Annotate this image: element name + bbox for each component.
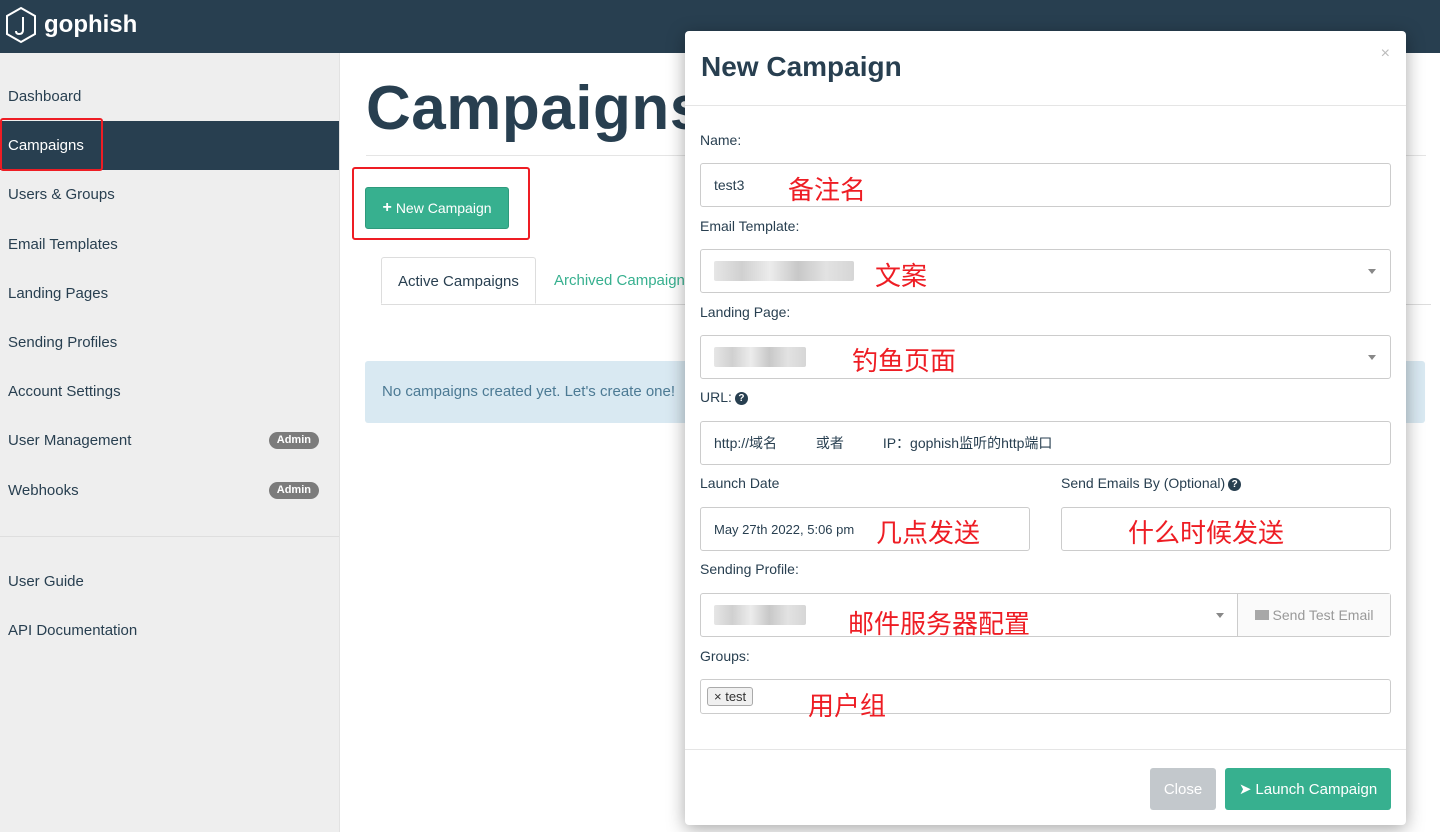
brand-logo[interactable]: gophish [4,6,137,44]
landing-page-select[interactable] [700,335,1391,379]
send-by-annotation: 什么时候发送 [1128,519,1285,549]
send-emails-by-label: Send Emails By (Optional)? [1061,475,1242,491]
url-input[interactable]: http://域名 或者 IP：gophish监听的http端口 [700,421,1391,465]
sending-profile-label: Sending Profile: [700,561,799,577]
groups-label: Groups: [700,648,750,664]
email-template-label: Email Template: [700,218,800,234]
new-campaign-highlight-box [352,167,530,240]
url-label: URL:? [700,389,748,405]
chevron-down-icon [1368,269,1376,274]
sidebar-item-label: Dashboard [8,88,82,105]
group-tag-label: test [725,689,747,704]
close-icon[interactable]: × [1381,45,1390,63]
redacted-value [714,605,806,625]
modal-header: New Campaign × [685,31,1406,106]
sidebar-item-label: Email Templates [8,236,118,253]
sidebar-item-label: Users & Groups [8,186,115,203]
groups-input[interactable]: × test [700,679,1391,714]
modal-footer: Close ➤ Launch Campaign [685,749,1406,826]
sidebar-item-label: Account Settings [8,383,121,400]
name-annotation: 备注名 [788,176,867,206]
campaigns-highlight-box [0,118,103,171]
landing-page-annotation: 钓鱼页面 [852,347,957,377]
sidebar-item-users-groups[interactable]: Users & Groups [0,170,339,219]
name-label: Name: [700,132,742,148]
remove-tag-icon[interactable]: × [714,689,725,704]
send-test-email-label: Send Test Email [1272,607,1374,623]
modal-title: New Campaign [701,51,902,82]
gophish-hook-icon [6,6,36,44]
sidebar-divider [0,536,339,537]
sidebar-item-dashboard[interactable]: Dashboard [0,72,339,121]
name-value: test3 [714,177,745,193]
launch-date-label: Launch Date [700,475,780,491]
tab-active-campaigns[interactable]: Active Campaigns [381,257,536,304]
admin-badge: Admin [268,432,319,449]
sidebar-item-label: Sending Profiles [8,334,118,351]
chevron-down-icon [1216,613,1224,618]
launch-campaign-label: Launch Campaign [1255,780,1378,798]
send-by-label-text: Send Emails By (Optional) [1061,475,1226,491]
sidebar-item-api-documentation[interactable]: API Documentation [0,606,339,655]
page-title: Campaigns [366,74,705,143]
url-label-text: URL: [700,389,732,405]
launch-date-value: May 27th 2022, 5:06 pm [714,521,855,537]
sidebar-item-label: User Guide [8,573,84,590]
sidebar-item-email-templates[interactable]: Email Templates [0,220,339,269]
rocket-icon: ➤ [1238,781,1252,798]
admin-badge: Admin [268,482,319,499]
sidebar-item-user-guide[interactable]: User Guide [0,557,339,606]
sidebar-item-webhooks[interactable]: Webhooks Admin [0,466,339,515]
brand-name: gophish [44,11,138,38]
sidebar-item-user-management[interactable]: User Management Admin [0,416,339,465]
sidebar-item-label: User Management [8,432,132,449]
email-template-select[interactable] [700,249,1391,293]
sidebar-item-label: API Documentation [8,622,138,639]
email-template-annotation: 文案 [875,262,928,292]
chevron-down-icon [1368,355,1376,360]
redacted-value [714,347,806,367]
sending-profile-select[interactable]: Send Test Email [700,593,1391,637]
tab-archived-campaigns[interactable]: Archived Campaigns [538,257,708,304]
group-tag[interactable]: × test [707,687,754,706]
send-test-email-button[interactable]: Send Test Email [1237,594,1390,636]
sidebar-item-account-settings[interactable]: Account Settings [0,367,339,416]
sidebar-item-landing-pages[interactable]: Landing Pages [0,269,339,318]
launch-date-input[interactable]: May 27th 2022, 5:06 pm [700,507,1030,551]
sending-profile-annotation: 邮件服务器配置 [848,610,1031,640]
new-campaign-modal: New Campaign × Name: test3 备注名 Email Tem… [685,31,1406,825]
groups-annotation: 用户组 [808,692,887,722]
redacted-value [714,261,854,281]
sidebar-item-sending-profiles[interactable]: Sending Profiles [0,318,339,367]
launch-date-annotation: 几点发送 [876,519,981,549]
sidebar-item-label: Landing Pages [8,285,109,302]
url-value: http://域名 或者 IP：gophish监听的http端口 [714,435,1053,451]
envelope-icon [1254,610,1269,620]
help-icon[interactable]: ? [1228,477,1242,491]
help-icon[interactable]: ? [734,391,748,405]
landing-page-label: Landing Page: [700,304,791,320]
sidebar-item-label: Webhooks [8,482,79,499]
launch-campaign-button[interactable]: ➤ Launch Campaign [1225,768,1391,810]
close-button[interactable]: Close [1150,768,1216,810]
